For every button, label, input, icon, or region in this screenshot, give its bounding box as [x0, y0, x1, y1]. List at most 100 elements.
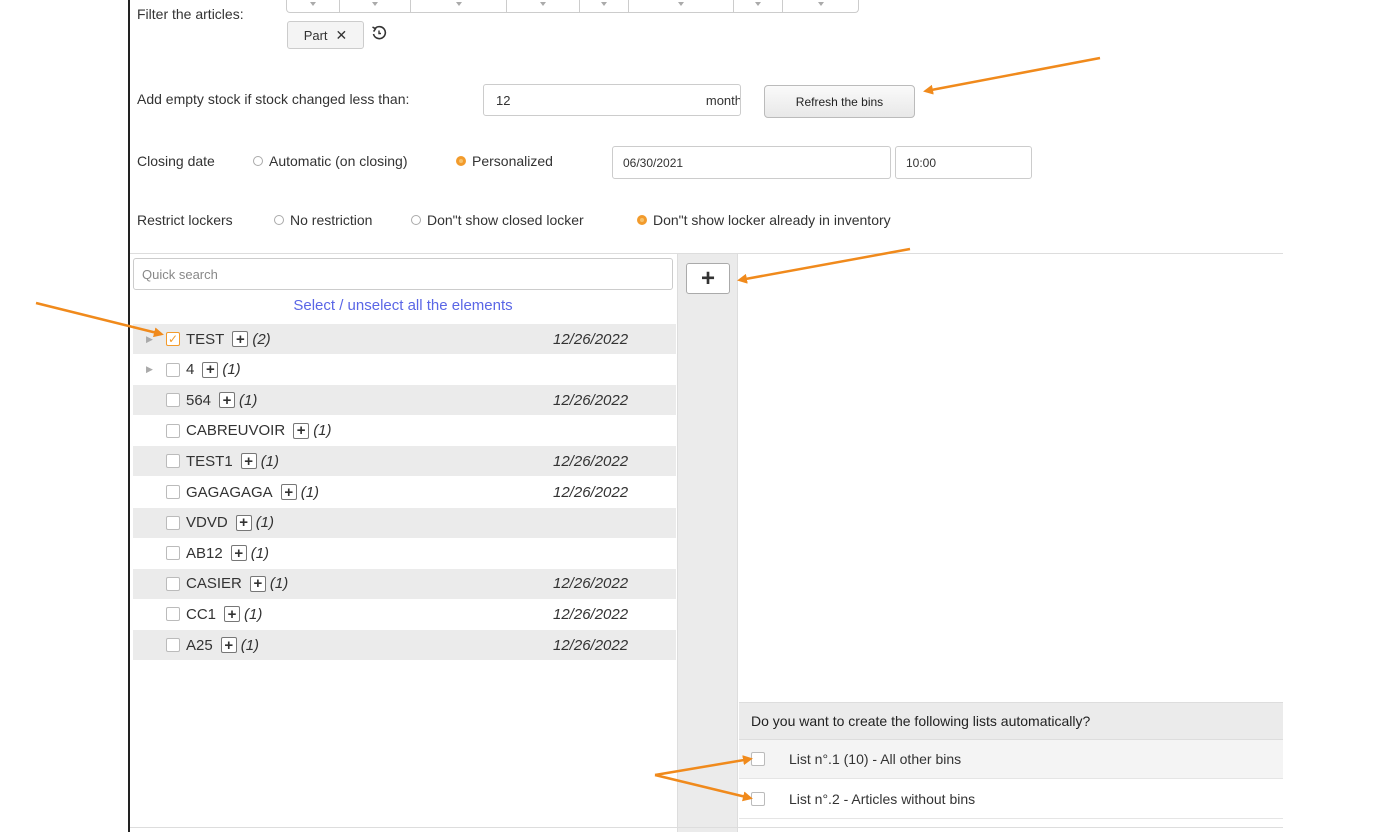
radio-label: Personalized — [472, 153, 553, 169]
chevron-down-icon — [817, 2, 824, 6]
chevron-down-icon — [540, 2, 546, 6]
tree-item-count: (1) — [260, 452, 280, 470]
plus-icon[interactable]: + — [240, 453, 257, 470]
tree-item-count: (1) — [255, 514, 275, 532]
restrict-radio-closed[interactable]: Don"t show closed locker — [411, 212, 584, 228]
checkbox[interactable] — [166, 454, 180, 469]
tree-item-count: (1) — [269, 575, 289, 593]
checkbox[interactable] — [166, 485, 180, 499]
plus-icon[interactable]: + — [293, 422, 310, 439]
close-icon[interactable]: ✕ — [336, 27, 348, 44]
auto-list-row[interactable]: List n°.2 - Articles without bins — [739, 780, 1283, 819]
tree-item-count: (1) — [250, 544, 270, 562]
tree-row[interactable]: GAGAGAGA + (1) 12/26/2022 — [133, 477, 676, 507]
tree-row[interactable]: ▶ ✓ TEST + (2) 12/26/2022 — [133, 324, 676, 354]
restrict-radio-in-inventory[interactable]: Don"t show locker already in inventory — [637, 212, 891, 228]
checkbox[interactable] — [166, 576, 180, 591]
tree-item-name: VDVD — [186, 514, 228, 532]
filter-dropdown[interactable] — [734, 0, 783, 12]
tree-row[interactable]: ▶ 4 + (1) — [133, 355, 676, 385]
checkbox[interactable] — [166, 638, 180, 652]
triangle-right-icon[interactable]: ▶ — [146, 364, 154, 375]
closing-date-input[interactable]: 06/30/2021 — [612, 146, 891, 179]
plus-icon[interactable]: + — [280, 484, 297, 500]
chevron-down-icon — [372, 2, 378, 6]
select-all-link[interactable]: Select / unselect all the elements — [133, 297, 673, 314]
plus-icon: + — [700, 264, 715, 292]
filter-label: Filter the articles: — [137, 6, 244, 22]
add-button[interactable]: + — [686, 263, 730, 294]
auto-list-label: List n°.2 - Articles without bins — [789, 791, 976, 807]
tree-item-date: 12/26/2022 — [553, 605, 629, 623]
checkbox[interactable] — [166, 362, 180, 377]
plus-icon[interactable]: + — [220, 637, 237, 653]
tree-item-count: (1) — [313, 422, 332, 440]
tree-row[interactable]: TEST1 + (1) 12/26/2022 — [133, 446, 676, 477]
transfer-strip — [677, 254, 738, 832]
filter-dropdown[interactable] — [340, 0, 411, 12]
tree-item-name: 564 — [186, 391, 212, 409]
radio-label: No restriction — [290, 212, 373, 228]
chevron-down-icon — [601, 2, 607, 6]
radio-selected-icon — [637, 215, 647, 225]
filter-dropdown[interactable] — [783, 0, 858, 12]
radio-label: Don"t show locker already in inventory — [653, 212, 891, 228]
restrict-lockers-label: Restrict lockers — [137, 212, 233, 228]
plus-icon[interactable]: + — [235, 514, 252, 531]
tree-row[interactable]: A25 + (1) 12/26/2022 — [133, 630, 676, 660]
filter-dropdown[interactable] — [411, 0, 507, 12]
filter-dropdown[interactable] — [580, 0, 629, 12]
months-unit: month — [705, 92, 741, 108]
tree-item-name: CABREUVOIR — [186, 422, 286, 440]
tree-row[interactable]: CC1 + (1) 12/26/2022 — [133, 599, 676, 629]
tree-item-count: (2) — [252, 330, 271, 348]
chevron-down-icon — [310, 2, 316, 6]
tree-item-count: (1) — [244, 605, 263, 623]
divider — [130, 827, 1283, 828]
plus-icon[interactable]: + — [249, 575, 266, 592]
checkbox[interactable]: ✓ — [166, 332, 180, 346]
tree-item-date: 12/26/2022 — [553, 483, 629, 501]
months-input[interactable]: 12 month — [483, 84, 741, 116]
empty-stock-label: Add empty stock if stock changed less th… — [137, 91, 410, 107]
filter-dropdown[interactable] — [507, 0, 580, 12]
tree-row[interactable]: CABREUVOIR + (1) — [133, 416, 676, 446]
tree-item-name: CASIER — [186, 575, 242, 593]
tree-item-date: 12/26/2022 — [553, 636, 629, 654]
quick-search-input[interactable]: Quick search — [133, 258, 673, 290]
filter-chip-label: Part — [303, 27, 328, 43]
tree-item-date: 12/26/2022 — [553, 452, 629, 470]
tree-item-name: CC1 — [186, 605, 217, 623]
reset-icon[interactable] — [370, 24, 388, 42]
checkbox[interactable] — [166, 515, 180, 530]
plus-icon[interactable]: + — [219, 392, 236, 409]
checkbox[interactable] — [166, 546, 180, 561]
triangle-right-icon[interactable]: ▶ — [146, 334, 154, 345]
filter-dropdown[interactable] — [629, 0, 734, 12]
tree-row[interactable]: 564 + (1) 12/26/2022 — [133, 385, 676, 416]
plus-icon[interactable]: + — [232, 331, 249, 347]
closing-time-input[interactable]: 10:00 — [895, 146, 1032, 179]
closing-radio-personalized[interactable]: Personalized — [456, 153, 553, 169]
filter-dropdown[interactable] — [287, 0, 340, 12]
checkbox[interactable] — [751, 792, 765, 806]
tree-row[interactable]: CASIER + (1) 12/26/2022 — [133, 568, 676, 599]
checkbox[interactable] — [751, 752, 765, 766]
closing-radio-automatic[interactable]: Automatic (on closing) — [253, 153, 408, 169]
checkbox[interactable] — [166, 423, 180, 438]
restrict-radio-none[interactable]: No restriction — [274, 212, 372, 228]
plus-icon[interactable]: + — [230, 545, 247, 562]
tree-item-name: GAGAGAGA — [186, 483, 273, 501]
refresh-bins-button[interactable]: Refresh the bins — [764, 85, 915, 118]
months-value: 12 — [496, 92, 511, 108]
plus-icon[interactable]: + — [202, 361, 219, 378]
tree-item-count: (1) — [240, 636, 260, 654]
auto-list-row[interactable]: List n°.1 (10) - All other bins — [739, 740, 1283, 779]
tree-row[interactable]: VDVD + (1) — [133, 507, 676, 538]
tree-row[interactable]: AB12 + (1) — [133, 538, 676, 568]
plus-icon[interactable]: + — [224, 606, 241, 623]
checkbox[interactable] — [166, 393, 180, 408]
checkbox[interactable] — [166, 607, 180, 622]
auto-lists-question: Do you want to create the following list… — [739, 702, 1283, 740]
tree-item-count: (1) — [222, 361, 241, 379]
